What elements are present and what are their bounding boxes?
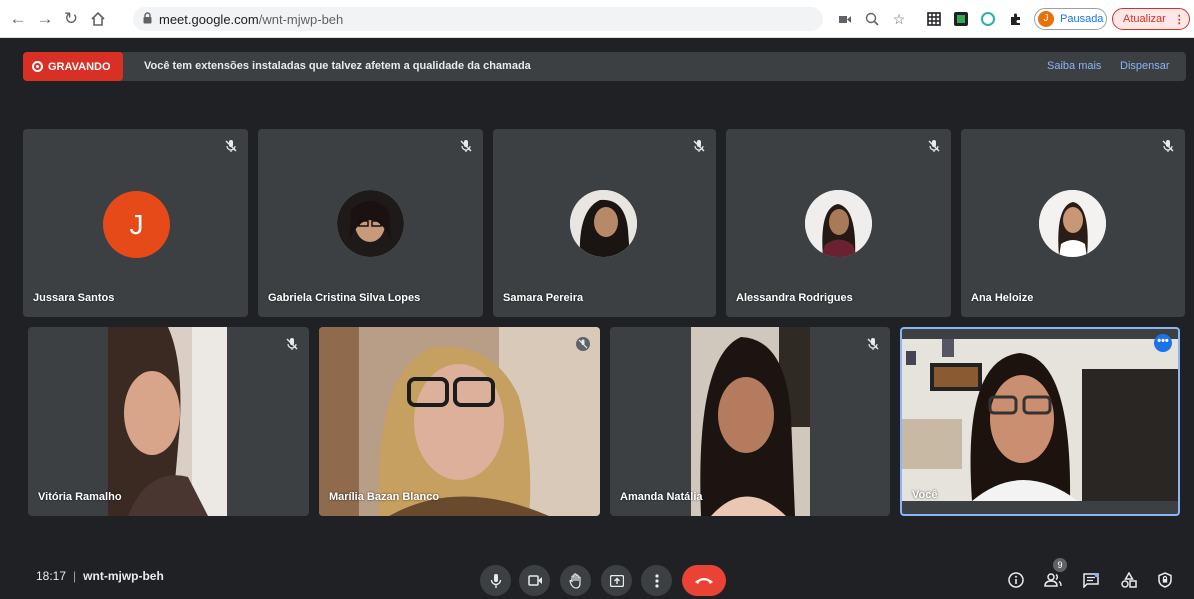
participant-video — [319, 327, 600, 516]
microphone-button[interactable] — [480, 565, 511, 596]
shield-lock-icon — [1158, 572, 1172, 588]
hand-icon — [568, 572, 581, 589]
participant-tile[interactable]: Amanda Natália — [610, 327, 890, 516]
reload-icon[interactable]: ↻ — [61, 9, 81, 29]
participant-tile[interactable]: Samara Pereira — [493, 129, 716, 317]
mic-off-icon — [928, 140, 940, 152]
participant-name: Gabriela Cristina Silva Lopes — [268, 292, 421, 304]
mic-off-icon — [867, 338, 879, 350]
extension-grid-icon[interactable] — [924, 9, 944, 29]
activities-button[interactable] — [1116, 567, 1142, 593]
more-options-button[interactable] — [641, 565, 672, 596]
update-label: Atualizar — [1123, 13, 1166, 25]
camera-indicator-icon[interactable] — [835, 9, 855, 29]
camera-button[interactable] — [519, 565, 550, 596]
present-screen-button[interactable] — [601, 565, 632, 596]
end-call-button[interactable] — [682, 565, 726, 596]
home-icon[interactable] — [88, 9, 108, 29]
extension-grammar-icon[interactable] — [978, 9, 998, 29]
end-call-icon — [695, 578, 713, 584]
present-icon — [609, 574, 624, 587]
participant-name: Amanda Natália — [620, 491, 703, 503]
mic-off-icon — [460, 140, 472, 152]
recording-badge: GRAVANDO — [23, 52, 123, 81]
mic-off-icon — [286, 338, 298, 350]
info-icon — [1008, 572, 1024, 588]
participant-name: Samara Pereira — [503, 292, 584, 304]
participant-video — [691, 327, 810, 516]
update-button[interactable]: Atualizar ⋮ — [1112, 8, 1190, 30]
participant-name: Ana Heloize — [971, 292, 1034, 304]
meeting-code: wnt-mjwp-beh — [83, 569, 164, 583]
participant-tile[interactable]: Gabriela Cristina Silva Lopes — [258, 129, 483, 317]
avatar — [1039, 190, 1106, 257]
participant-name: Vitória Ramalho — [38, 491, 122, 503]
participant-name: Jussara Santos — [33, 292, 115, 304]
more-vert-icon — [654, 573, 659, 588]
forward-arrow-icon[interactable]: → — [35, 9, 55, 29]
back-arrow-icon[interactable]: ← — [8, 9, 28, 29]
chat-button[interactable] — [1078, 567, 1104, 593]
mic-off-icon — [693, 140, 705, 152]
avatar: J — [103, 191, 170, 258]
host-controls-button[interactable] — [1152, 567, 1178, 593]
extensions-puzzle-icon[interactable] — [1005, 9, 1025, 29]
avatar — [570, 190, 637, 257]
mic-off-icon — [225, 140, 237, 152]
participant-name: Você — [912, 489, 938, 501]
participant-name: Marília Bazan Blanco — [329, 491, 440, 503]
microphone-icon — [490, 573, 501, 588]
activities-icon — [1121, 572, 1137, 588]
avatar — [805, 190, 872, 257]
mic-off-icon — [1162, 140, 1174, 152]
url-text: meet.google.com/wnt-mjwp-beh — [159, 12, 344, 27]
profile-avatar: J — [1038, 11, 1054, 27]
zoom-icon[interactable] — [862, 9, 882, 29]
self-video — [902, 339, 1178, 501]
extension-meet-icon[interactable] — [951, 9, 971, 29]
raise-hand-button[interactable] — [560, 565, 591, 596]
lock-icon — [143, 12, 152, 24]
star-icon[interactable]: ☆ — [889, 9, 909, 29]
people-icon — [1044, 573, 1062, 587]
self-tile[interactable]: ••• Você — [900, 327, 1180, 516]
address-bar[interactable]: meet.google.com/wnt-mjwp-beh — [133, 7, 823, 31]
camera-icon — [527, 575, 542, 586]
learn-more-link[interactable]: Saiba mais — [1047, 60, 1101, 72]
meeting-details-button[interactable] — [1003, 567, 1029, 593]
menu-dots-icon: ⋮ — [1173, 13, 1185, 26]
participant-tile[interactable]: J Jussara Santos — [23, 129, 248, 317]
avatar — [337, 190, 404, 257]
dismiss-link[interactable]: Dispensar — [1120, 60, 1170, 72]
banner-message: Você tem extensões instaladas que talvez… — [144, 60, 531, 72]
recording-icon — [32, 61, 43, 72]
participant-tile[interactable]: Marília Bazan Blanco — [319, 327, 600, 516]
people-count-badge: 9 — [1053, 558, 1067, 572]
participant-tile[interactable]: Alessandra Rodrigues — [726, 129, 951, 317]
mic-off-icon — [576, 337, 590, 351]
participant-tile[interactable]: Ana Heloize — [961, 129, 1185, 317]
control-bar: 18:17 | wnt-mjwp-beh 9 — [0, 552, 1194, 599]
extension-warning-banner: GRAVANDO Você tem extensões instaladas q… — [23, 52, 1186, 81]
more-options-button[interactable]: ••• — [1154, 334, 1172, 352]
clock-time: 18:17 — [36, 569, 67, 583]
profile-status-label: Pausada — [1060, 13, 1104, 25]
participant-video — [108, 327, 227, 516]
participant-name: Alessandra Rodrigues — [736, 292, 853, 304]
profile-paused-button[interactable]: J Pausada — [1034, 8, 1107, 30]
meeting-info: 18:17 | wnt-mjwp-beh — [36, 569, 164, 583]
browser-toolbar: ← → ↻ meet.google.com/wnt-mjwp-beh ☆ J P… — [0, 0, 1194, 38]
participant-tile[interactable]: Vitória Ramalho — [28, 327, 309, 516]
chat-icon — [1083, 572, 1099, 588]
